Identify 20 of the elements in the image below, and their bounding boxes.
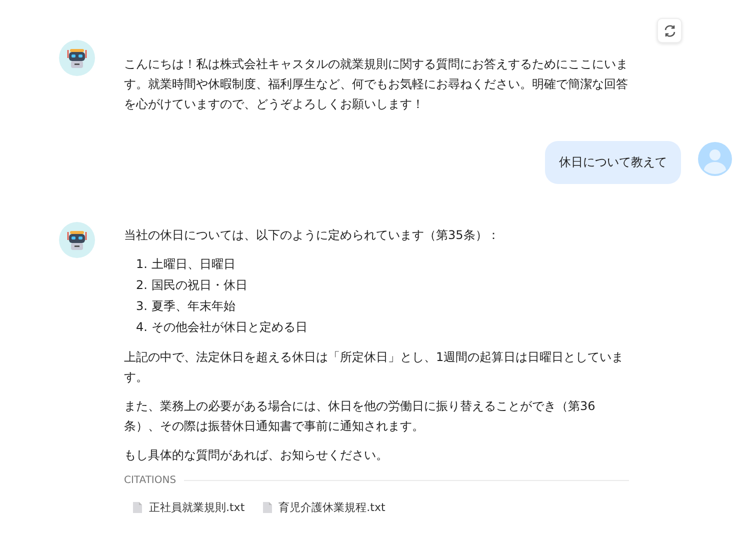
citations-heading: CITATIONS bbox=[124, 475, 176, 486]
list-item: 2. 国民の祝日・休日 bbox=[136, 277, 248, 294]
message-text: こんにちは！私は株式会社キャスタルの就業規則に関する質問にお答えするためにここにいます。就業時間や休暇制度、福利厚生など、何でもお気軽にお尋ねください。明確で簡潔な回答を心がけていますので、どうぞよろしくお願いします！ bbox=[124, 56, 629, 113]
list-item: 3. 夏季、年末年始 bbox=[136, 298, 236, 315]
message-text: もし具体的な質問があれば、お知らせください。 bbox=[124, 447, 389, 464]
file-icon bbox=[262, 502, 272, 513]
user-message: 休日について教えて bbox=[545, 141, 681, 184]
citation-link[interactable]: 育児介護休業規程.txt bbox=[278, 500, 386, 515]
message-text: また、業務上の必要がある場合には、休日を他の労働日に振り替えることができ（第36条）、その際は振替休日通知書で事前に通知されます。 bbox=[124, 398, 596, 435]
message-text: 上記の中で、法定休日を超える休日は「所定休日」とし、1週間の起算日は日曜日としています。 bbox=[124, 349, 625, 386]
message-text: 当社の休日については、以下のように定められています（第35条）： bbox=[124, 227, 500, 244]
regenerate-button[interactable] bbox=[657, 18, 682, 43]
list-item: 1. 土曜日、日曜日 bbox=[136, 256, 236, 273]
citation-link[interactable]: 正社員就業規則.txt bbox=[149, 500, 245, 515]
user-avatar bbox=[697, 141, 733, 177]
file-icon bbox=[133, 502, 142, 513]
list-item: 4. その他会社が休日と定める日 bbox=[136, 319, 308, 336]
bot-avatar bbox=[59, 222, 95, 258]
refresh-icon bbox=[662, 24, 676, 38]
bot-avatar bbox=[59, 40, 95, 76]
